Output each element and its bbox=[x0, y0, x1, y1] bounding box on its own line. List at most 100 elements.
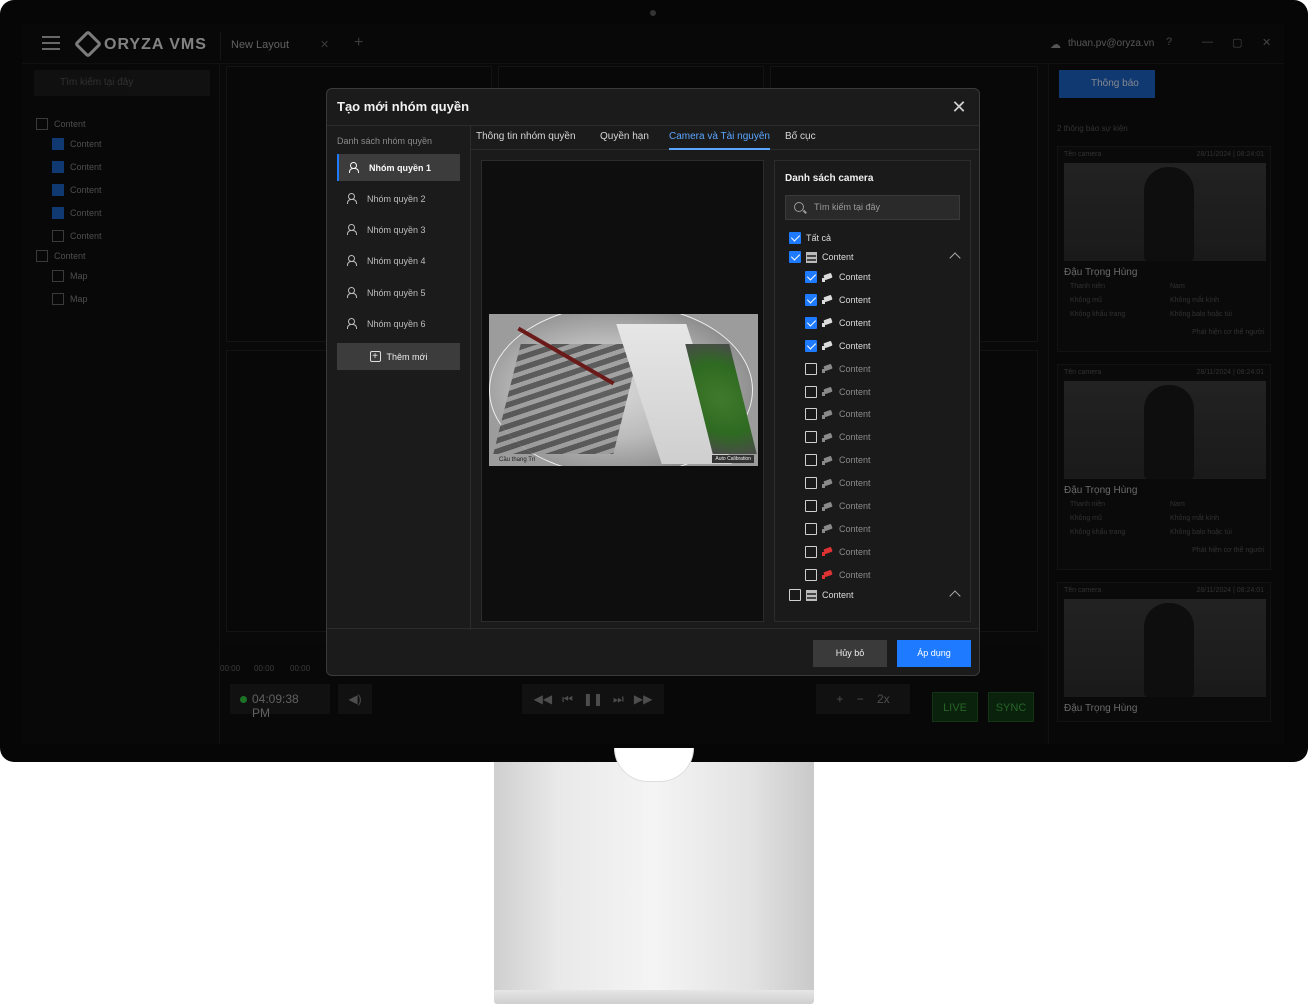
sidebar-item[interactable]: Content bbox=[52, 228, 102, 244]
close-icon[interactable]: ✕ bbox=[949, 97, 969, 117]
checkbox[interactable] bbox=[52, 230, 64, 242]
sidebar-label: Content bbox=[70, 185, 102, 195]
tab-group-info[interactable]: Thông tin nhóm quyền bbox=[476, 131, 576, 150]
checkbox[interactable] bbox=[805, 431, 817, 444]
tab-cameras-resources[interactable]: Camera và Tài nguyên bbox=[669, 131, 770, 150]
checkbox[interactable] bbox=[789, 251, 801, 263]
select-all-row[interactable]: Tất cả bbox=[789, 231, 831, 245]
close-window-icon[interactable]: ✕ bbox=[1262, 36, 1271, 49]
checkbox[interactable] bbox=[805, 408, 817, 421]
camera-row[interactable]: Content bbox=[805, 407, 871, 421]
group-item[interactable]: Nhóm quyền 6 bbox=[337, 310, 460, 337]
camera-row[interactable]: Content bbox=[805, 362, 871, 376]
event-attr: Không khẩu trang bbox=[1070, 529, 1126, 536]
checkbox[interactable] bbox=[789, 589, 801, 601]
event-card[interactable]: Tên camera 28/11/2024 | 08:24:01 Đậu Trọ… bbox=[1057, 582, 1271, 722]
volume-icon[interactable]: ◀) bbox=[338, 684, 372, 714]
user-email[interactable]: thuan.pv@oryza.vn bbox=[1068, 38, 1154, 49]
checkbox[interactable] bbox=[805, 454, 817, 467]
checkbox[interactable] bbox=[805, 316, 817, 329]
camera-label: Content bbox=[839, 569, 871, 580]
sidebar-label: Content bbox=[54, 119, 86, 129]
camera-row[interactable]: Content bbox=[805, 545, 871, 559]
checkbox[interactable] bbox=[52, 161, 64, 173]
sidebar-group[interactable]: Content bbox=[36, 116, 86, 132]
help-icon[interactable]: ? bbox=[1166, 36, 1172, 48]
checkbox[interactable] bbox=[52, 184, 64, 196]
checkbox[interactable] bbox=[805, 293, 817, 306]
checkbox[interactable] bbox=[805, 362, 817, 375]
server-icon bbox=[806, 589, 817, 601]
checkbox[interactable] bbox=[805, 339, 817, 352]
checkbox[interactable] bbox=[52, 138, 64, 150]
checkbox[interactable] bbox=[805, 271, 817, 283]
checkbox[interactable] bbox=[52, 293, 64, 305]
camera-row[interactable]: Content bbox=[805, 430, 871, 444]
camera-icon bbox=[822, 433, 834, 442]
camera-group-row[interactable]: Content bbox=[789, 250, 969, 264]
stand-base bbox=[494, 990, 814, 1004]
sidebar-group[interactable]: Content bbox=[36, 248, 86, 264]
camera-row[interactable]: Content bbox=[805, 385, 871, 399]
add-group-label: Thêm mới bbox=[386, 351, 428, 362]
checkbox[interactable] bbox=[805, 522, 817, 535]
sidebar-item[interactable]: Content bbox=[52, 159, 102, 175]
event-attr: Không balo hoặc túi bbox=[1170, 529, 1232, 536]
sync-button[interactable]: SYNC bbox=[988, 692, 1034, 722]
add-group-button[interactable]: + Thêm mới bbox=[337, 343, 460, 370]
group-item[interactable]: Nhóm quyền 5 bbox=[337, 279, 460, 306]
checkbox[interactable] bbox=[805, 477, 817, 490]
group-item[interactable]: Nhóm quyền 1 bbox=[337, 154, 460, 181]
maximize-icon[interactable]: ▢ bbox=[1232, 36, 1242, 49]
camera-row[interactable]: Content bbox=[805, 476, 871, 490]
sidebar-search[interactable]: Tìm kiếm tại đây bbox=[34, 70, 210, 96]
camera-row[interactable]: Content bbox=[805, 568, 871, 582]
camera-row[interactable]: Content bbox=[805, 339, 871, 353]
event-count: 2 thông báo sự kiện bbox=[1057, 124, 1128, 133]
zoom-controls[interactable]: + − 2x bbox=[816, 684, 910, 714]
notifications-button[interactable]: Thông báo bbox=[1059, 70, 1155, 98]
apply-button[interactable]: Áp dụng bbox=[897, 640, 971, 667]
checkbox[interactable] bbox=[52, 270, 64, 282]
camera-row[interactable]: Content bbox=[805, 293, 871, 307]
chevron-up-icon[interactable] bbox=[949, 590, 961, 602]
menu-icon[interactable] bbox=[42, 36, 60, 50]
event-card[interactable]: Tên camera 28/11/2024 | 08:24:01 Đậu Trọ… bbox=[1057, 146, 1271, 352]
checkbox[interactable] bbox=[36, 250, 48, 262]
checkbox[interactable] bbox=[789, 232, 801, 244]
camera-row[interactable]: Content bbox=[805, 522, 871, 536]
cancel-button[interactable]: Hủy bỏ bbox=[813, 640, 887, 667]
camera-row[interactable]: Content bbox=[805, 270, 871, 284]
checkbox[interactable] bbox=[805, 500, 817, 512]
sidebar-item[interactable]: Map bbox=[52, 291, 88, 307]
sidebar-item[interactable]: Content bbox=[52, 205, 102, 221]
group-item[interactable]: Nhóm quyền 3 bbox=[337, 216, 460, 243]
camera-search-input[interactable]: Tìm kiếm tại đây bbox=[785, 195, 960, 220]
checkbox[interactable] bbox=[805, 545, 817, 558]
group-item[interactable]: Nhóm quyền 2 bbox=[337, 185, 460, 212]
event-card[interactable]: Tên camera 28/11/2024 | 08:24:01 Đậu Trọ… bbox=[1057, 364, 1271, 570]
sidebar-item[interactable]: Content bbox=[52, 136, 102, 152]
checkbox[interactable] bbox=[52, 207, 64, 219]
checkbox[interactable] bbox=[805, 385, 817, 398]
live-button[interactable]: LIVE bbox=[932, 692, 978, 722]
chevron-up-icon[interactable] bbox=[949, 252, 961, 264]
add-tab-icon[interactable]: + bbox=[354, 34, 363, 52]
camera-group-row[interactable]: Content bbox=[789, 588, 969, 602]
tab-layout[interactable]: Bố cục bbox=[785, 131, 816, 150]
group-item[interactable]: Nhóm quyền 4 bbox=[337, 247, 460, 274]
layout-tab[interactable]: New Layout bbox=[220, 32, 332, 60]
camera-row[interactable]: Content bbox=[805, 499, 871, 513]
sidebar-item[interactable]: Map bbox=[52, 268, 88, 284]
tab-permissions[interactable]: Quyền hạn bbox=[600, 131, 649, 150]
checkbox[interactable] bbox=[805, 568, 817, 581]
event-attr: Thanh niên bbox=[1070, 501, 1106, 508]
minimize-icon[interactable]: — bbox=[1202, 36, 1213, 48]
camera-row[interactable]: Content bbox=[805, 316, 871, 330]
sidebar-item[interactable]: Content bbox=[52, 182, 102, 198]
checkbox[interactable] bbox=[36, 118, 48, 130]
playback-controls[interactable]: ◀◀ ⏮ ❚❚ ⏭ ▶▶ bbox=[522, 684, 664, 714]
close-tab-icon[interactable]: ✕ bbox=[320, 38, 329, 51]
timeline-tick: 00:00 bbox=[254, 664, 275, 673]
camera-row[interactable]: Content bbox=[805, 453, 871, 467]
